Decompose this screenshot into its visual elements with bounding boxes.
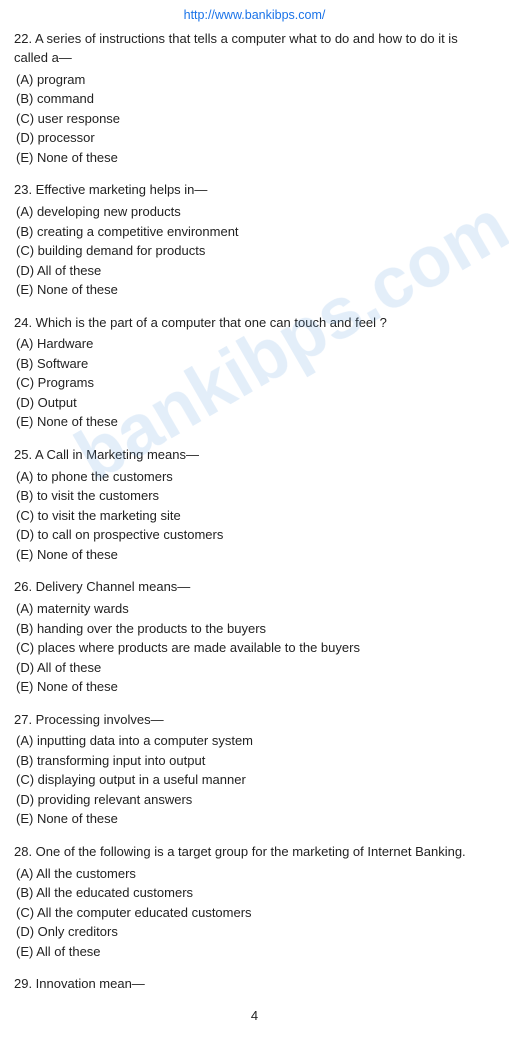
question-text-28: 28. One of the following is a target gro… — [14, 843, 495, 862]
option-26-1: (B) handing over the products to the buy… — [16, 619, 495, 639]
option-26-4: (E) None of these — [16, 677, 495, 697]
questions-container: 22. A series of instructions that tells … — [14, 30, 495, 994]
question-text-25: 25. A Call in Marketing means— — [14, 446, 495, 465]
option-26-2: (C) places where products are made avail… — [16, 638, 495, 658]
question-block-25: 25. A Call in Marketing means— (A) to pho… — [14, 446, 495, 564]
question-text-23: 23. Effective marketing helps in— — [14, 181, 495, 200]
option-24-0: (A) Hardware — [16, 334, 495, 354]
option-23-0: (A) developing new products — [16, 202, 495, 222]
option-24-1: (B) Software — [16, 354, 495, 374]
header-url[interactable]: http://www.bankibps.com/ — [14, 8, 495, 22]
option-28-0: (A) All the customers — [16, 864, 495, 884]
question-block-23: 23. Effective marketing helps in— (A) dev… — [14, 181, 495, 299]
option-22-4: (E) None of these — [16, 148, 495, 168]
option-24-2: (C) Programs — [16, 373, 495, 393]
option-27-2: (C) displaying output in a useful manner — [16, 770, 495, 790]
option-25-2: (C) to visit the marketing site — [16, 506, 495, 526]
question-block-22: 22. A series of instructions that tells … — [14, 30, 495, 167]
option-24-4: (E) None of these — [16, 412, 495, 432]
option-22-2: (C) user response — [16, 109, 495, 129]
option-25-1: (B) to visit the customers — [16, 486, 495, 506]
page-number: 4 — [14, 1008, 495, 1023]
option-27-1: (B) transforming input into output — [16, 751, 495, 771]
option-25-0: (A) to phone the customers — [16, 467, 495, 487]
option-22-3: (D) processor — [16, 128, 495, 148]
option-24-3: (D) Output — [16, 393, 495, 413]
question-block-26: 26. Delivery Channel means— (A) maternity… — [14, 578, 495, 696]
option-23-2: (C) building demand for products — [16, 241, 495, 261]
option-28-1: (B) All the educated customers — [16, 883, 495, 903]
option-28-2: (C) All the computer educated customers — [16, 903, 495, 923]
option-27-0: (A) inputting data into a computer syste… — [16, 731, 495, 751]
option-27-4: (E) None of these — [16, 809, 495, 829]
option-23-1: (B) creating a competitive environment — [16, 222, 495, 242]
option-25-3: (D) to call on prospective customers — [16, 525, 495, 545]
question-block-24: 24. Which is the part of a computer that… — [14, 314, 495, 432]
question-block-27: 27. Processing involves—(A) inputting da… — [14, 711, 495, 829]
question-text-24: 24. Which is the part of a computer that… — [14, 314, 495, 333]
question-text-27: 27. Processing involves— — [14, 711, 495, 730]
option-25-4: (E) None of these — [16, 545, 495, 565]
option-26-3: (D) All of these — [16, 658, 495, 678]
question-text-22: 22. A series of instructions that tells … — [14, 30, 495, 68]
question-text-29: 29. Innovation mean— — [14, 975, 495, 994]
question-block-28: 28. One of the following is a target gro… — [14, 843, 495, 961]
option-23-3: (D) All of these — [16, 261, 495, 281]
option-22-0: (A) program — [16, 70, 495, 90]
question-block-29: 29. Innovation mean— — [14, 975, 495, 994]
option-26-0: (A) maternity wards — [16, 599, 495, 619]
option-28-3: (D) Only creditors — [16, 922, 495, 942]
option-27-3: (D) providing relevant answers — [16, 790, 495, 810]
option-22-1: (B) command — [16, 89, 495, 109]
option-23-4: (E) None of these — [16, 280, 495, 300]
question-text-26: 26. Delivery Channel means— — [14, 578, 495, 597]
option-28-4: (E) All of these — [16, 942, 495, 962]
